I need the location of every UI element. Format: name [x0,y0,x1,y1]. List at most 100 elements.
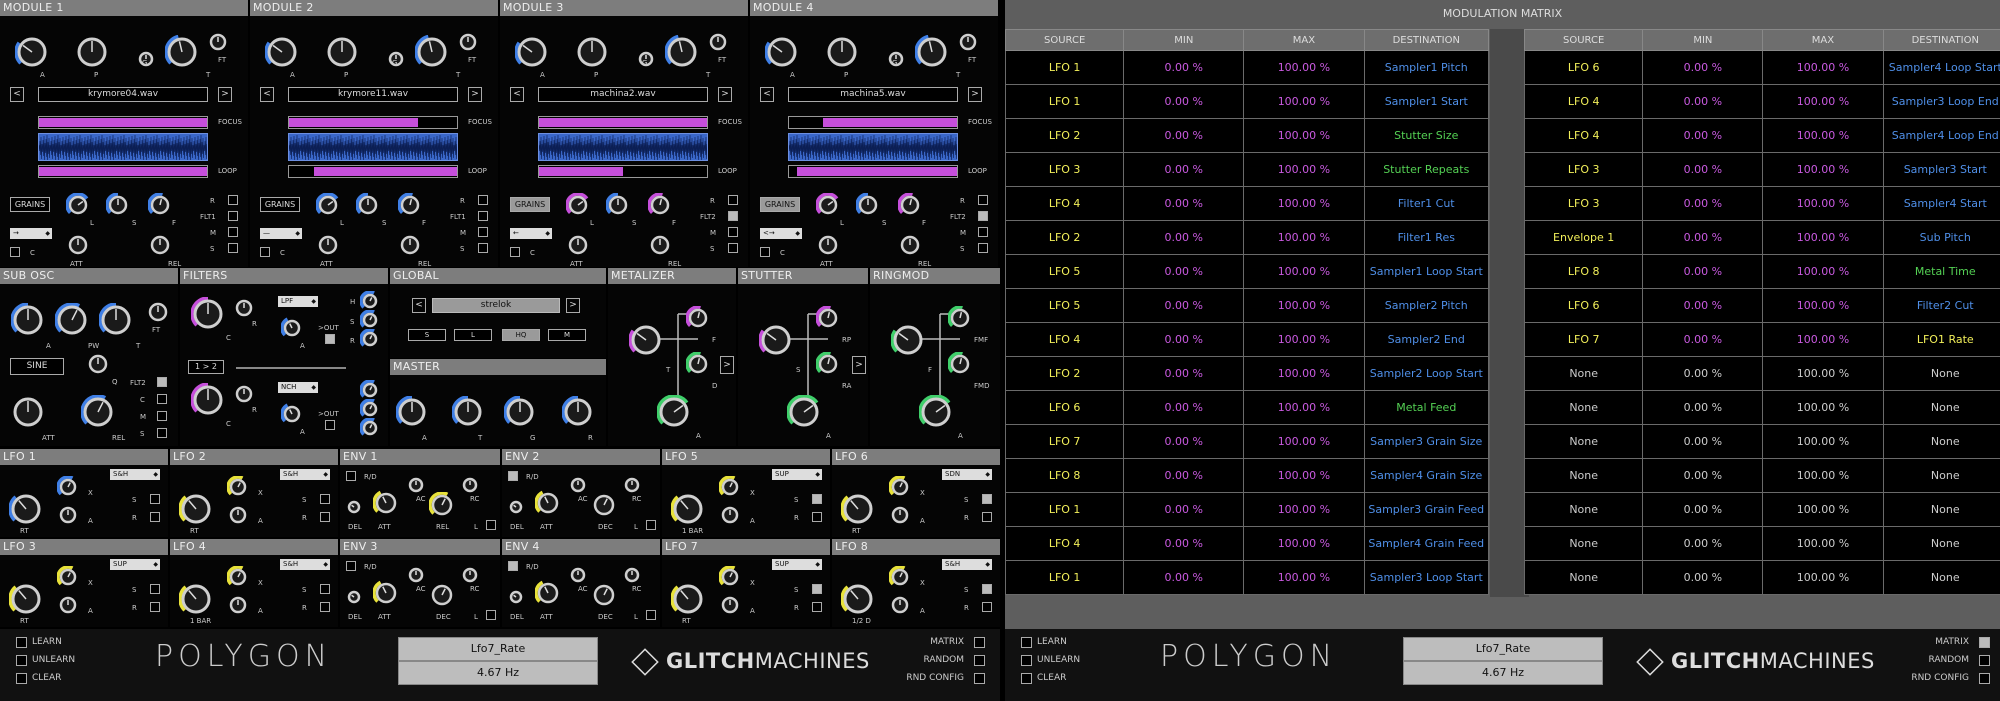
min-cell[interactable]: 0.00 % [1124,221,1244,255]
min-cell[interactable]: 0.00 % [1643,493,1763,527]
master-r-knob[interactable] [562,396,594,428]
destination-cell[interactable]: None [1883,357,2000,391]
focus-bar[interactable] [538,116,708,129]
amp-knob[interactable] [515,35,549,69]
metalizer-bottom-knob[interactable] [657,395,691,429]
filter1-amp-knob[interactable] [281,317,303,339]
waveform-display[interactable] [538,133,708,161]
max-cell[interactable]: 100.00 % [1763,323,1883,357]
env-delay-knob[interactable] [507,588,525,606]
metalizer-top-knob[interactable] [686,306,710,330]
lfo-rate-knob[interactable] [179,492,213,526]
destination-cell[interactable]: Filter2 Cut [1883,289,2000,323]
loop-bar[interactable] [38,165,208,178]
min-cell[interactable]: 0.00 % [1643,119,1763,153]
max-cell[interactable]: 100.00 % [1244,51,1364,85]
lfo-s-checkbox[interactable] [812,584,822,594]
sample-name-field[interactable]: machina2.wav [538,87,708,102]
rnd-config-checkbox[interactable] [974,673,985,684]
grain-f-knob[interactable] [398,193,422,217]
c-checkbox[interactable] [510,247,520,257]
lfo-r-checkbox[interactable] [982,602,992,612]
sub-q-knob[interactable] [86,352,110,376]
destination-cell[interactable]: Sampler2 End [1364,323,1488,357]
m-checkbox[interactable] [478,227,488,237]
next-sample-button[interactable]: > [218,87,232,102]
lfo-x-knob[interactable] [719,476,741,498]
source-cell[interactable]: LFO 7 [1006,425,1124,459]
grain-l-knob[interactable] [66,193,90,217]
min-cell[interactable]: 0.00 % [1124,255,1244,289]
env-delay-knob[interactable] [507,498,525,516]
env-loop-checkbox[interactable] [646,520,656,530]
source-cell[interactable]: None [1525,493,1643,527]
source-cell[interactable]: LFO 4 [1006,323,1124,357]
source-cell[interactable]: LFO 1 [1006,561,1124,595]
max-cell[interactable]: 100.00 % [1763,255,1883,289]
destination-cell[interactable]: Stutter Size [1364,119,1488,153]
learn-checkbox[interactable] [16,637,27,648]
min-cell[interactable]: 0.00 % [1124,391,1244,425]
max-cell[interactable]: 100.00 % [1244,85,1364,119]
env-rd-checkbox[interactable] [508,561,518,571]
sub-tune-knob[interactable] [99,303,133,337]
sub-c-checkbox[interactable] [157,394,167,404]
release-knob[interactable] [398,233,422,257]
source-cell[interactable]: None [1525,527,1643,561]
global-next-preset-button[interactable]: > [566,298,580,313]
env-attack-knob[interactable] [535,580,561,606]
destination-cell[interactable]: None [1883,527,2000,561]
c-checkbox[interactable] [260,247,270,257]
lfo-rate-knob[interactable] [9,582,43,616]
r-checkbox[interactable] [228,195,238,205]
pitch-knob[interactable] [75,35,109,69]
destination-cell[interactable]: Sampler4 Loop End [1883,119,2000,153]
lfo-x-knob[interactable] [889,476,911,498]
next-sample-button[interactable]: > [468,87,482,102]
source-cell[interactable]: LFO 5 [1006,255,1124,289]
min-cell[interactable]: 0.00 % [1124,357,1244,391]
lfo-s-checkbox[interactable] [150,584,160,594]
matrix-checkbox[interactable] [974,637,985,648]
max-cell[interactable]: 100.00 % [1763,187,1883,221]
source-cell[interactable]: LFO 6 [1525,289,1643,323]
lfo-a-knob[interactable] [57,594,79,616]
loop-bar[interactable] [288,165,458,178]
waveform-display[interactable] [38,133,208,161]
rnd-config-checkbox[interactable] [1979,673,1990,684]
min-cell[interactable]: 0.00 % [1124,51,1244,85]
grain-direction-select[interactable]: ← [510,228,552,239]
destination-cell[interactable]: None [1883,459,2000,493]
sub-ft-knob[interactable] [146,300,170,324]
min-cell[interactable]: 0.00 % [1124,459,1244,493]
source-cell[interactable]: LFO 6 [1006,391,1124,425]
source-cell[interactable]: LFO 4 [1525,119,1643,153]
global-m-button[interactable]: M [548,329,586,341]
stutter-main-knob[interactable] [759,323,793,357]
env-rc-knob[interactable] [460,475,480,495]
max-cell[interactable]: 100.00 % [1763,119,1883,153]
max-cell[interactable]: 100.00 % [1763,527,1883,561]
destination-cell[interactable]: None [1883,391,2000,425]
tune-knob[interactable] [665,35,699,69]
m-checkbox[interactable] [728,227,738,237]
destination-cell[interactable]: Sampler1 Pitch [1364,51,1488,85]
max-cell[interactable]: 100.00 % [1763,459,1883,493]
env-decay-knob[interactable] [429,492,455,518]
s-checkbox[interactable] [978,243,988,253]
min-cell[interactable]: 0.00 % [1124,85,1244,119]
grain-s-knob[interactable] [606,193,630,217]
release-knob[interactable] [648,233,672,257]
max-cell[interactable]: 100.00 % [1244,425,1364,459]
min-cell[interactable]: 0.00 % [1643,425,1763,459]
sub-flt2-checkbox[interactable] [157,377,167,387]
max-cell[interactable]: 100.00 % [1763,221,1883,255]
lfo-mode-select[interactable]: SUP [110,559,160,570]
filter-s1-knob[interactable] [360,310,380,330]
env-delay-knob[interactable] [345,588,363,606]
min-cell[interactable]: 0.00 % [1124,561,1244,595]
attack-knob[interactable] [816,233,840,257]
destination-cell[interactable]: Filter1 Cut [1364,187,1488,221]
source-cell[interactable]: None [1525,391,1643,425]
preset-name-field[interactable]: strelok [432,298,560,313]
